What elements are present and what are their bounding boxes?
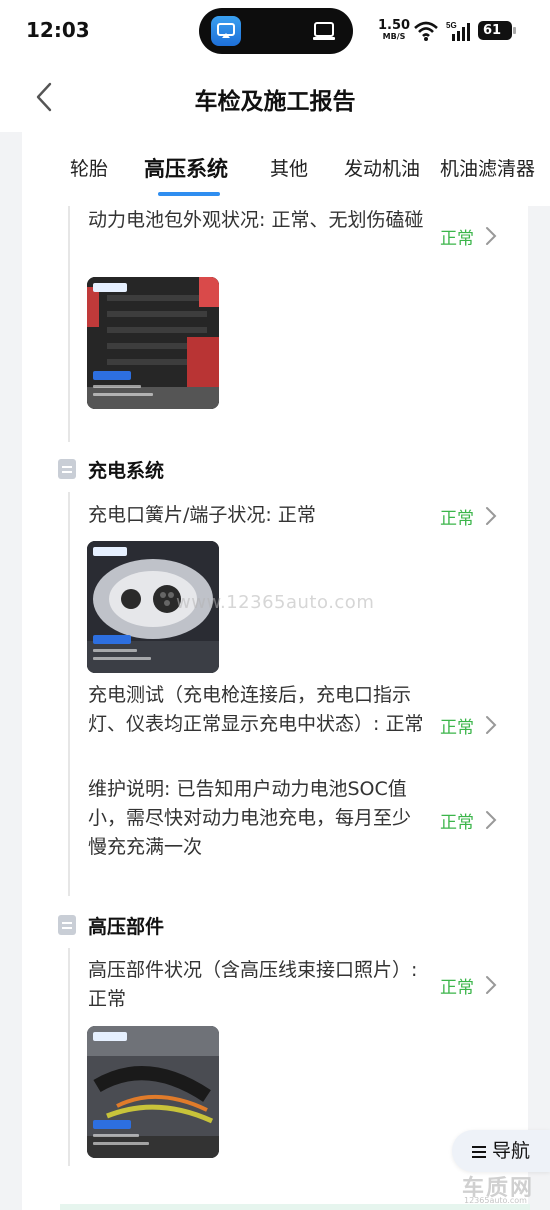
timeline-line	[68, 948, 70, 1166]
battery-indicator: 61	[478, 21, 516, 40]
battery-pack-photo[interactable]	[87, 277, 219, 409]
photo-caption-line	[93, 393, 153, 396]
watermark: www.12365auto.com	[176, 592, 375, 613]
photo-tag	[93, 283, 127, 292]
status-bar: 12:03 1.50 MB/S 5G 61	[0, 0, 550, 62]
photo-tag	[93, 1120, 131, 1129]
photo-caption-line	[93, 649, 137, 652]
document-icon	[58, 915, 76, 935]
navigation-label: 导航	[492, 1140, 531, 1162]
tab-oil-filter[interactable]: 机油滤清器	[440, 154, 535, 181]
tab-engine-oil[interactable]: 发动机油	[344, 154, 420, 181]
document-icon	[58, 459, 76, 479]
bottom-strip	[60, 1204, 530, 1210]
chevron-right-icon[interactable]	[484, 226, 498, 246]
tab-high-voltage[interactable]: 高压系统	[144, 153, 228, 183]
charging-test-status[interactable]: 正常	[440, 713, 474, 738]
hv-parts-photo[interactable]	[87, 1026, 219, 1158]
section-title-hv-parts: 高压部件	[88, 916, 165, 938]
maintenance-note-item-text: 维护说明: 已告知用户动力电池SOC值小，需尽快对动力电池充电，每月至少慢充充满…	[88, 778, 412, 858]
net-speed: 1.50 MB/S	[378, 19, 410, 42]
net-speed-unit: MB/S	[382, 32, 406, 41]
dynamic-island	[199, 8, 353, 54]
charging-port-status[interactable]: 正常	[440, 504, 474, 529]
chevron-right-icon[interactable]	[484, 810, 498, 830]
tab-bar: 轮胎 高压系统 其他 发动机油 机油滤清器	[22, 132, 550, 206]
status-time: 12:03	[26, 18, 90, 42]
wifi-icon	[414, 21, 438, 41]
timeline-line	[68, 206, 70, 442]
photo-tag	[93, 635, 131, 644]
menu-icon	[472, 1146, 486, 1158]
maintenance-note-status[interactable]: 正常	[440, 808, 474, 833]
hv-parts-item-text: 高压部件状况（含高压线束接口照片）: 正常	[88, 959, 418, 1010]
chevron-right-icon[interactable]	[484, 506, 498, 526]
page-header: 车检及施工报告	[0, 62, 550, 132]
site-logo-domain: 12365auto.com	[464, 1196, 527, 1205]
photo-caption-line	[93, 1142, 149, 1145]
photo-caption-line	[93, 385, 141, 388]
battery-pack-item-text: 动力电池包外观状况: 正常、无划伤磕碰	[88, 209, 424, 231]
chevron-right-icon[interactable]	[484, 715, 498, 735]
timeline-line	[68, 492, 70, 896]
hv-parts-status[interactable]: 正常	[440, 973, 474, 998]
active-tab-indicator	[158, 192, 220, 196]
charging-test-item-text: 充电测试（充电枪连接后，充电口指示灯、仪表均正常显示充电中状态）: 正常	[88, 684, 424, 735]
chevron-right-icon[interactable]	[484, 975, 498, 995]
screen-cast-icon	[211, 16, 241, 46]
network-type: 5G	[446, 21, 457, 30]
page-title: 车检及施工报告	[194, 89, 356, 115]
hv-parts-photo-image	[87, 1026, 219, 1158]
charging-port-item-text: 充电口簧片/端子状况: 正常	[88, 504, 316, 526]
photo-tag	[93, 1032, 127, 1041]
photo-caption-line	[93, 1134, 139, 1137]
section-title-charging: 充电系统	[88, 460, 165, 482]
photo-tag	[93, 371, 131, 380]
photo-caption-line	[93, 657, 151, 660]
battery-pack-status[interactable]: 正常	[440, 224, 474, 249]
laptop-icon	[313, 22, 335, 40]
battery-pack-photo-image	[87, 277, 219, 409]
photo-tag	[93, 547, 127, 556]
signal-icon: 5G	[446, 21, 470, 41]
tab-other[interactable]: 其他	[270, 154, 308, 181]
tab-tires[interactable]: 轮胎	[70, 154, 108, 181]
navigation-button[interactable]: 导航	[452, 1130, 550, 1172]
